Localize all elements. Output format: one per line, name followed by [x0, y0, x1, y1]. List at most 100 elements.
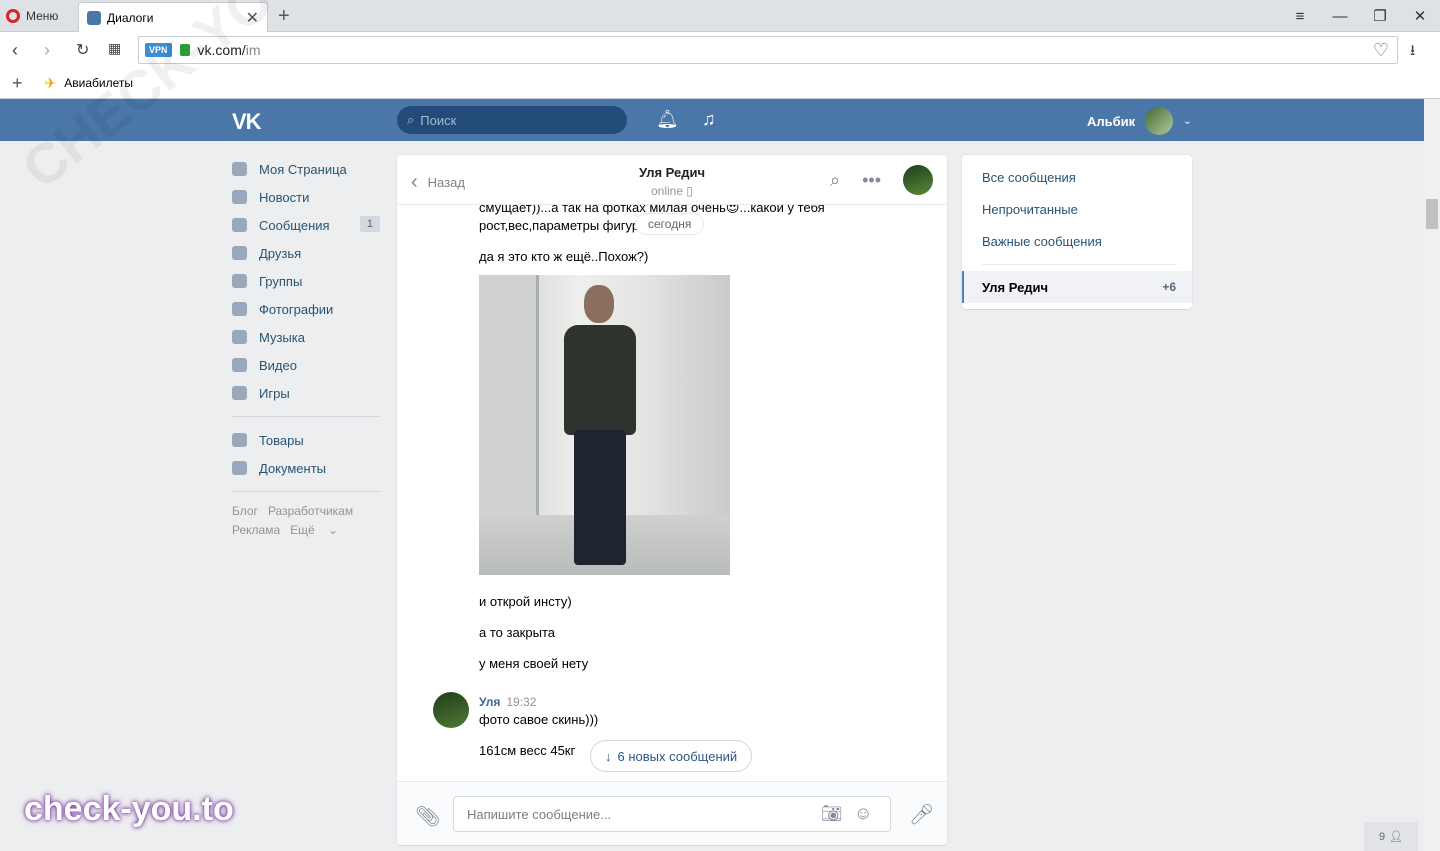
- author-name[interactable]: Уля: [479, 695, 500, 709]
- opera-menu-button[interactable]: Меню: [6, 6, 58, 26]
- reload-icon[interactable]: ↻: [76, 40, 89, 60]
- close-window-icon[interactable]: ✕: [1400, 0, 1440, 32]
- lock-icon[interactable]: [179, 44, 190, 56]
- online-friends-counter[interactable]: 9 👤︎: [1364, 822, 1418, 851]
- new-messages-label: 6 новых сообщений: [617, 748, 738, 764]
- avatar: [1145, 107, 1174, 135]
- search-placeholder: Поиск: [420, 112, 457, 128]
- search-icon: ⌕: [407, 112, 415, 127]
- vk-favicon-icon: [87, 10, 101, 25]
- new-tab-icon[interactable]: +: [278, 5, 290, 28]
- tab-close-icon[interactable]: ✕: [246, 8, 259, 28]
- heart-icon[interactable]: ♡: [1373, 40, 1389, 61]
- dialogs-filter-panel: Все сообщения Непрочитанные Важные сообщ…: [962, 155, 1192, 309]
- message-text: и открой инсту): [479, 594, 572, 609]
- minimize-icon[interactable]: —: [1320, 0, 1360, 32]
- avatar[interactable]: [433, 692, 469, 728]
- message-composer: 📎︎ 📷︎ ☺ 🎤︎: [397, 781, 947, 845]
- browser-tab-dialogs[interactable]: Диалоги ✕: [78, 2, 268, 32]
- back-arrow-icon[interactable]: ‹: [12, 40, 18, 61]
- documents-icon: [232, 461, 247, 475]
- restore-icon[interactable]: ❐: [1360, 0, 1400, 32]
- sidebar-item-messages[interactable]: Сообщения 1: [232, 211, 382, 239]
- sidebar-item-music[interactable]: Музыка: [232, 323, 382, 351]
- plane-icon: ✈: [44, 74, 57, 91]
- friends-icon: [232, 246, 247, 260]
- footer-more-link[interactable]: Ещё ⌄: [290, 523, 338, 537]
- message-photo[interactable]: [479, 275, 730, 575]
- music-note-icon[interactable]: ♫: [702, 109, 716, 130]
- message-list: смущает))...а так на фотках милая очень😍…: [397, 200, 947, 781]
- active-dialog-name: Уля Редич: [982, 279, 1049, 295]
- sidebar-item-photos[interactable]: Фотографии: [232, 295, 382, 323]
- sidebar-item-groups[interactable]: Группы: [232, 267, 382, 295]
- chat-window: ‹ Назад Уля Редич online ▯ ⌕ ••• смущает…: [397, 155, 947, 845]
- message-author: Уля 19:32: [479, 695, 536, 709]
- groups-icon: [232, 274, 247, 288]
- date-separator: сегодня: [635, 213, 705, 235]
- footer-blog-link[interactable]: Блог: [232, 504, 258, 518]
- message-time[interactable]: 19:32: [506, 695, 536, 709]
- camera-icon[interactable]: 📷︎: [821, 804, 843, 824]
- bookmark-label: Авиабилеты: [64, 76, 133, 90]
- download-icon[interactable]: ⭳: [1410, 40, 1415, 65]
- sidebar-item-news[interactable]: Новости: [232, 183, 382, 211]
- chevron-down-icon: ⌄: [1183, 115, 1192, 127]
- new-messages-button[interactable]: ↓ 6 новых сообщений: [590, 740, 753, 772]
- sidebar-item-friends[interactable]: Друзья: [232, 239, 382, 267]
- more-icon[interactable]: •••: [862, 170, 881, 191]
- active-dialog-item[interactable]: Уля Редич +6: [962, 271, 1192, 303]
- goods-icon: [232, 433, 247, 447]
- unread-count: +6: [1162, 280, 1176, 294]
- page-scrollbar[interactable]: [1424, 99, 1440, 851]
- smile-icon[interactable]: ☺: [854, 803, 872, 824]
- search-icon[interactable]: ⌕: [830, 170, 840, 191]
- avatar[interactable]: [903, 165, 933, 195]
- footer-ads-link[interactable]: Реклама: [232, 523, 280, 537]
- vpn-badge[interactable]: VPN: [145, 43, 172, 57]
- forward-arrow-icon[interactable]: ›: [44, 40, 50, 61]
- url-field[interactable]: VPN vk.com/im ♡: [138, 36, 1398, 64]
- sidebar-item-my-page[interactable]: Моя Страница: [232, 155, 382, 183]
- sidebar-item-video[interactable]: Видео: [232, 351, 382, 379]
- microphone-icon[interactable]: 🎤︎: [909, 802, 934, 827]
- filter-important[interactable]: Важные сообщения: [982, 234, 1102, 249]
- menu-label: Меню: [26, 9, 59, 23]
- bell-icon[interactable]: 🔔︎: [656, 109, 679, 130]
- photos-icon: [232, 302, 247, 316]
- speed-dial-icon[interactable]: ▦: [108, 40, 121, 57]
- arrow-down-icon: ↓: [605, 748, 612, 764]
- messages-icon: [232, 218, 247, 232]
- message-text: у меня своей нету: [479, 656, 589, 671]
- bookmark-aviatickets[interactable]: ✈ Авиабилеты: [45, 75, 133, 92]
- address-bar-row: ‹ › ↻ ▦ VPN vk.com/im ♡ ⭳: [0, 32, 1440, 68]
- add-bookmark-icon[interactable]: +: [12, 73, 23, 94]
- sidebar-item-documents[interactable]: Документы: [232, 454, 382, 482]
- scrollbar-thumb[interactable]: [1426, 199, 1438, 229]
- mobile-icon: ▯: [686, 184, 693, 198]
- footer-links: Блог Разработчикам Реклама Ещё ⌄: [232, 502, 382, 540]
- filter-unread[interactable]: Непрочитанные: [982, 202, 1078, 217]
- user-name: Альбик: [1087, 113, 1136, 129]
- footer-dev-link[interactable]: Разработчикам: [268, 504, 353, 518]
- message-text: фото савое скинь))): [479, 712, 599, 727]
- window-controls: ≡ — ❐ ✕: [1280, 0, 1440, 32]
- search-input[interactable]: ⌕ Поиск: [397, 106, 627, 134]
- vk-logo[interactable]: VK: [232, 109, 262, 135]
- message-text: да я это кто ж ещё..Похож?): [479, 249, 649, 264]
- vk-header: VK ⌕ Поиск 🔔︎ ♫ Альбик ⌄: [0, 99, 1424, 141]
- url-text: vk.com/im: [197, 42, 261, 58]
- filter-all-messages[interactable]: Все сообщения: [982, 170, 1076, 185]
- browser-tab-bar: Меню Диалоги ✕ + ≡ — ❐ ✕: [0, 0, 1440, 32]
- user-menu[interactable]: Альбик ⌄: [1087, 107, 1192, 135]
- paperclip-icon[interactable]: 📎︎: [415, 804, 440, 829]
- chat-tools: ⌕ •••: [830, 165, 933, 195]
- watermark-bottom: check-you.to: [24, 790, 234, 828]
- games-icon: [232, 386, 247, 400]
- tab-title: Диалоги: [107, 10, 154, 25]
- sidebar-item-games[interactable]: Игры: [232, 379, 382, 407]
- news-icon: [232, 190, 247, 204]
- sidebar-item-goods[interactable]: Товары: [232, 426, 382, 454]
- panel-divider: [982, 264, 1177, 265]
- tabs-menu-icon[interactable]: ≡: [1280, 0, 1320, 32]
